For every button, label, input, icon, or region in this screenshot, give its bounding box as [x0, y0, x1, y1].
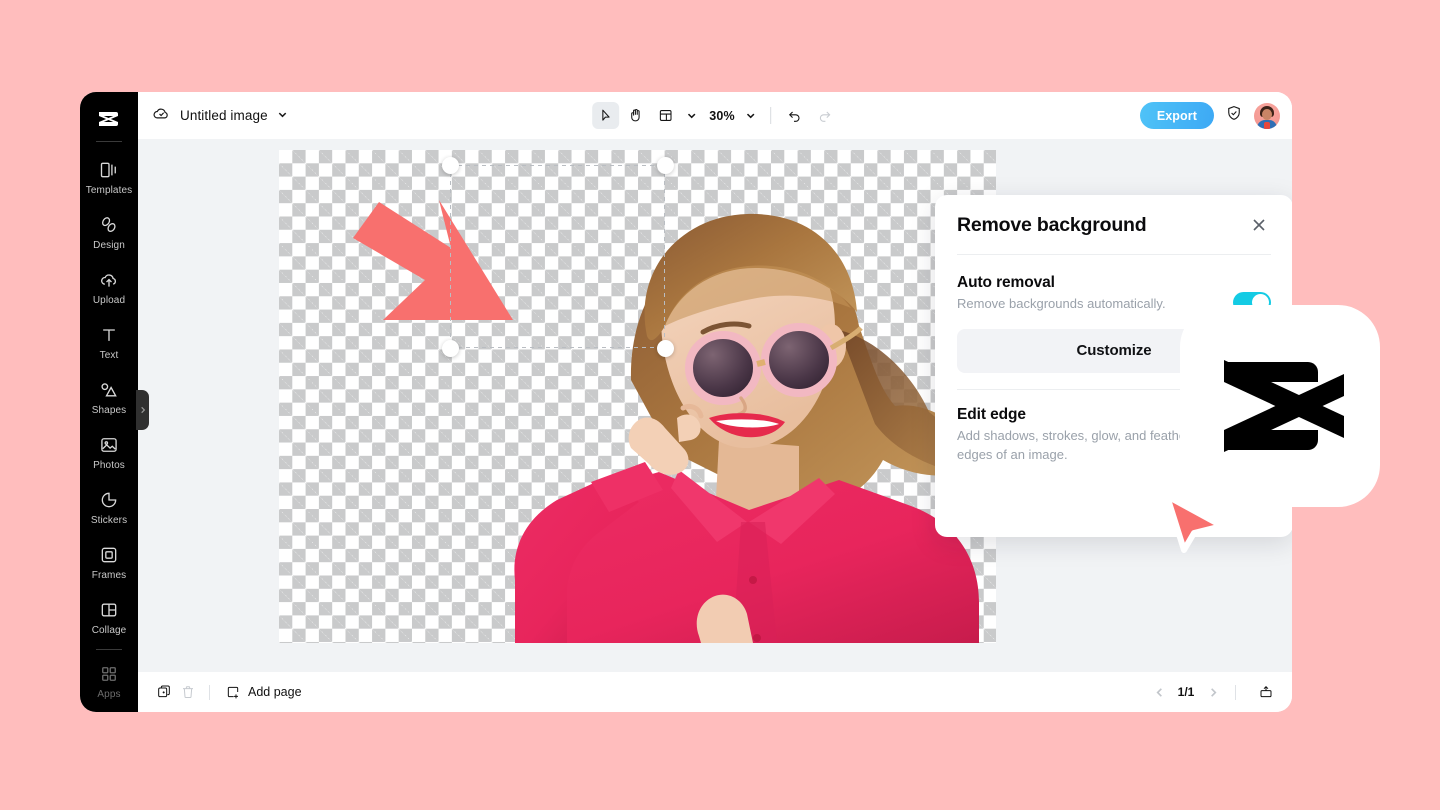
page-indicator: 1/1: [1172, 685, 1200, 699]
collage-icon: [99, 600, 120, 621]
export-button[interactable]: Export: [1140, 102, 1214, 129]
cursor-arrow-icon: [597, 107, 614, 124]
sidebar-collapse-handle[interactable]: [136, 390, 149, 430]
undo-arrow-icon: [786, 107, 803, 124]
stickers-icon: [99, 490, 120, 511]
resize-handle-bottom-right[interactable]: [657, 340, 674, 357]
sidebar-item-label: Shapes: [92, 405, 127, 416]
shapes-icon: [99, 380, 120, 401]
redo-arrow-icon: [816, 107, 833, 124]
capcut-logo-badge: [1180, 305, 1380, 507]
sidebar-item-label: Upload: [93, 295, 125, 306]
capcut-logo-icon[interactable]: [94, 104, 124, 134]
capcut-logo-icon: [1210, 354, 1350, 458]
hand-tool-button[interactable]: [622, 102, 649, 129]
apps-grid-icon: [99, 664, 120, 685]
sidebar-item-label: Templates: [86, 185, 132, 196]
canvas-workspace[interactable]: Effects Adjust Arrange Remove background: [138, 139, 1292, 672]
rail-divider-bottom: [96, 649, 122, 650]
redo-button[interactable]: [811, 102, 838, 129]
resize-handle-top-left[interactable]: [442, 157, 459, 174]
toolbar-divider: [770, 107, 771, 124]
sidebar-item-label: Apps: [97, 689, 120, 700]
hand-icon: [627, 107, 644, 124]
bottombar-divider-2: [1235, 685, 1236, 700]
selection-box[interactable]: [450, 165, 665, 348]
panel-header: Remove background: [957, 195, 1271, 237]
layout-tool-button[interactable]: [652, 102, 679, 129]
layout-chevron-down-icon[interactable]: [682, 104, 700, 128]
next-page-button[interactable]: [1202, 681, 1224, 703]
left-sidebar: Templates Design Upload Text Shapes: [80, 92, 138, 712]
chevron-right-icon: [1208, 687, 1219, 698]
chevron-left-icon: [1154, 687, 1165, 698]
sidebar-item-label: Text: [100, 350, 119, 361]
prev-page-button[interactable]: [1148, 681, 1170, 703]
panel-divider-1: [957, 254, 1271, 255]
sidebar-item-label: Collage: [92, 625, 127, 636]
auto-removal-description: Remove backgrounds automatically.: [957, 295, 1217, 314]
close-icon[interactable]: [1247, 213, 1271, 237]
add-page-icon: [225, 684, 241, 700]
selection-edge-top: [450, 165, 665, 166]
selection-edge-bottom: [450, 347, 665, 348]
sidebar-item-label: Stickers: [91, 515, 127, 526]
toolbar-right-group: Export: [1140, 102, 1280, 129]
cloud-saved-icon[interactable]: [152, 104, 171, 128]
sidebar-item-shapes[interactable]: Shapes: [80, 370, 138, 425]
design-icon: [99, 215, 120, 236]
auto-removal-heading: Auto removal: [957, 274, 1217, 292]
chevron-right-icon: [139, 406, 147, 414]
sidebar-item-stickers[interactable]: Stickers: [80, 480, 138, 535]
selection-edge-left: [450, 165, 451, 348]
rail-divider-top: [96, 141, 122, 142]
sidebar-item-frames[interactable]: Frames: [80, 535, 138, 590]
photos-icon: [99, 435, 120, 456]
page-navigation: 1/1: [1148, 680, 1278, 704]
chevron-down-icon[interactable]: [277, 107, 288, 125]
sidebar-item-photos[interactable]: Photos: [80, 425, 138, 480]
upload-cloud-icon: [99, 270, 120, 291]
document-title[interactable]: Untitled image: [180, 108, 268, 123]
selection-edge-right: [664, 165, 665, 348]
resize-handle-top-right[interactable]: [657, 157, 674, 174]
auto-removal-text: Auto removal Remove backgrounds automati…: [957, 274, 1233, 314]
sidebar-item-text[interactable]: Text: [80, 315, 138, 370]
bottombar-divider: [209, 685, 210, 700]
duplicate-page-icon[interactable]: [152, 680, 176, 704]
main-column: Untitled image 30%: [138, 92, 1292, 712]
artboard-canvas[interactable]: [279, 150, 996, 643]
add-page-label: Add page: [248, 685, 302, 699]
toolbar-center-group: 30%: [592, 102, 838, 129]
resize-handle-bottom-left[interactable]: [442, 340, 459, 357]
sidebar-item-design[interactable]: Design: [80, 205, 138, 260]
present-button[interactable]: [1254, 680, 1278, 704]
bottom-toolbar: Add page 1/1: [138, 672, 1292, 712]
text-icon: [99, 325, 120, 346]
present-icon: [1258, 684, 1274, 700]
sidebar-item-label: Photos: [93, 460, 125, 471]
trash-icon[interactable]: [176, 680, 200, 704]
app-window: Templates Design Upload Text Shapes: [80, 92, 1292, 712]
undo-button[interactable]: [781, 102, 808, 129]
panel-title: Remove background: [957, 214, 1146, 237]
toolbar-left-group: Untitled image: [152, 104, 288, 128]
zoom-level-value: 30%: [709, 109, 735, 123]
sidebar-item-apps[interactable]: Apps: [80, 654, 138, 709]
sidebar-item-upload[interactable]: Upload: [80, 260, 138, 315]
select-tool-button[interactable]: [592, 102, 619, 129]
sidebar-item-label: Design: [93, 240, 125, 251]
add-page-button[interactable]: Add page: [225, 684, 302, 700]
sidebar-item-templates[interactable]: Templates: [80, 150, 138, 205]
shield-check-icon[interactable]: [1225, 104, 1243, 127]
frames-icon: [99, 545, 120, 566]
templates-icon: [99, 160, 120, 181]
avatar[interactable]: [1254, 103, 1280, 129]
layout-frame-icon: [657, 107, 674, 124]
zoom-chevron-down-icon[interactable]: [742, 104, 760, 128]
sidebar-item-collage[interactable]: Collage: [80, 590, 138, 645]
sidebar-item-label: Frames: [92, 570, 127, 581]
top-toolbar: Untitled image 30%: [138, 92, 1292, 139]
